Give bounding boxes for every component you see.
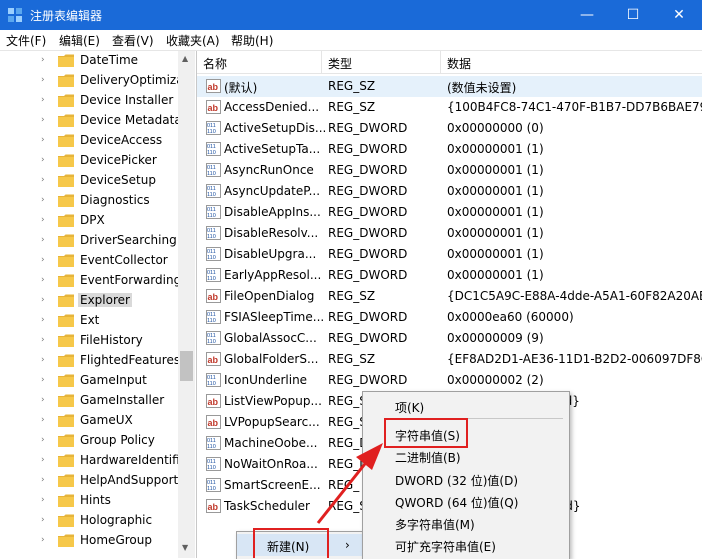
red-arrow-line (316, 459, 370, 524)
red-arrow-overlay (316, 443, 383, 524)
red-arrow-head (356, 443, 383, 470)
